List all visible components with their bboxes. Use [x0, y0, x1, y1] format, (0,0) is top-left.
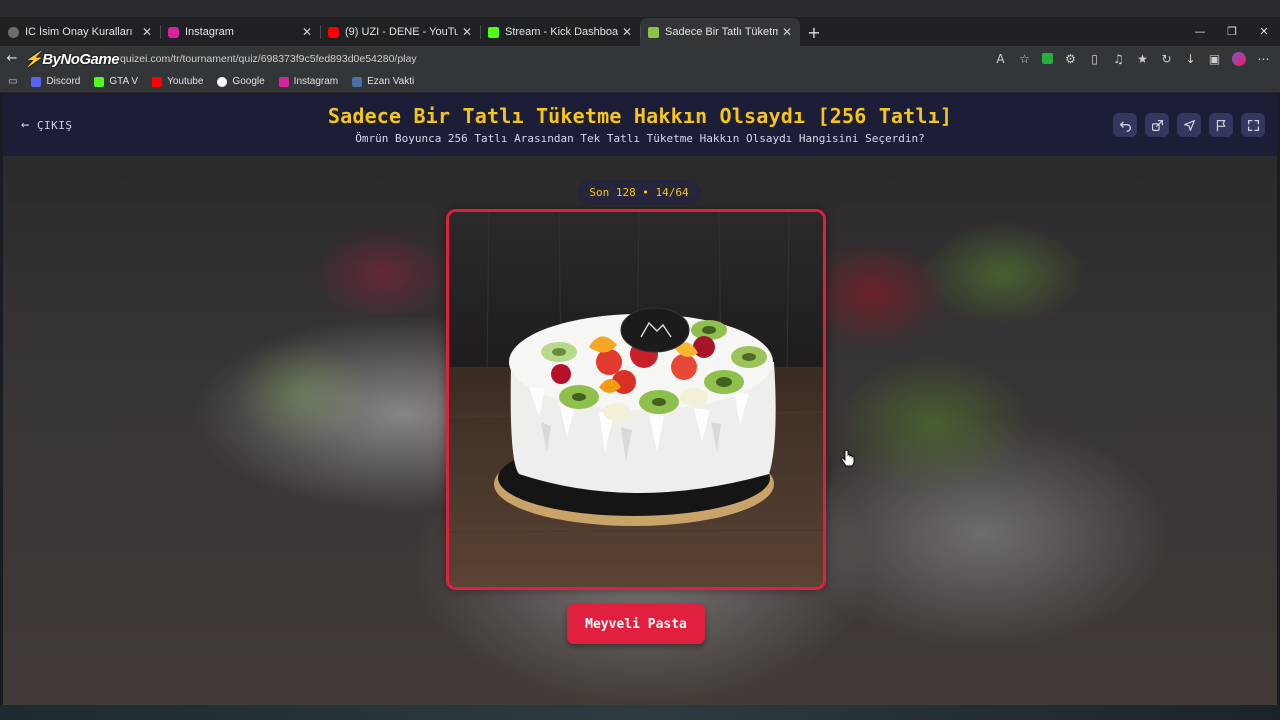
new-tab-button[interactable]: +	[800, 18, 828, 46]
youtube-icon	[152, 76, 163, 87]
tab-bar: IC İsim Onay Kuralları ✕ Instagram ✕ (9)…	[0, 17, 1280, 46]
bookmark-youtube[interactable]: Youtube	[152, 76, 203, 87]
read-aloud-icon[interactable]: A	[994, 52, 1007, 66]
downloads-icon[interactable]: ↓	[1184, 52, 1197, 66]
bookmark-discord[interactable]: Discord	[31, 76, 80, 87]
header-actions	[1113, 113, 1265, 137]
tab-title: IC İsim Onay Kuralları	[25, 26, 133, 38]
tab-title: Instagram	[185, 26, 234, 38]
instagram-icon	[278, 76, 289, 87]
flag-icon	[1216, 119, 1225, 131]
more-menu-icon[interactable]: ⋯	[1257, 52, 1270, 66]
youtube-icon	[328, 26, 339, 38]
window-controls: — ❐ ✕	[1184, 17, 1280, 46]
close-icon[interactable]: ✕	[622, 25, 632, 39]
bookmark-google[interactable]: Google	[217, 76, 265, 87]
bookmarks-bar: ▭ Discord GTA V Youtube Google Instagram…	[0, 71, 1280, 93]
split-screen-icon[interactable]: ▯	[1088, 52, 1101, 66]
kick-icon	[488, 26, 499, 38]
toolbar-icons: A ☆ ⚙ ▯ ♫ ★ ↻ ↓ ▣ ⋯	[994, 46, 1270, 71]
share-button[interactable]	[1145, 113, 1169, 137]
discord-icon	[31, 76, 42, 87]
hand-cursor-icon	[841, 450, 855, 467]
tab-ic-rules[interactable]: IC İsim Onay Kuralları ✕	[0, 18, 160, 46]
bookmarks-toggle-icon[interactable]: ▭	[8, 76, 17, 87]
back-icon[interactable]: ←	[0, 51, 24, 66]
tab-quiz[interactable]: Sadece Bir Tatlı Tüketme Hakkın Ol ✕	[640, 18, 800, 46]
report-button[interactable]	[1209, 113, 1233, 137]
bookmark-gtav[interactable]: GTA V	[94, 76, 138, 87]
fullscreen-icon	[1247, 119, 1259, 131]
close-icon[interactable]: ✕	[302, 25, 312, 39]
quiz-header: ← ÇIKIŞ Sadece Bir Tatlı Tüketme Hakkın …	[3, 94, 1277, 156]
tab-title: Stream - Kick Dashboard	[505, 26, 618, 38]
bookmark-instagram[interactable]: Instagram	[278, 76, 338, 87]
kick-icon	[94, 76, 105, 87]
undo-button[interactable]	[1113, 113, 1137, 137]
tab-kick[interactable]: Stream - Kick Dashboard ✕	[480, 18, 640, 46]
quiz-subtitle: Ömrün Boyunca 256 Tatlı Arasından Tek Ta…	[355, 132, 925, 145]
ezan-vakti-icon	[352, 76, 363, 87]
minimize-icon[interactable]: —	[1184, 17, 1216, 46]
address-bar: ← ⚡ByNoGame quizei.com/tr/tournament/qui…	[0, 46, 1280, 71]
share-icon	[1151, 119, 1163, 131]
quiz-title: Sadece Bir Tatlı Tüketme Hakkın Olsaydı …	[327, 104, 953, 128]
restore-icon[interactable]: ❐	[1216, 17, 1248, 46]
window-close-icon[interactable]: ✕	[1248, 17, 1280, 46]
favorites-icon[interactable]: ★	[1136, 52, 1149, 66]
bynogame-logo: ⚡ByNoGame	[24, 50, 120, 68]
choice-button[interactable]: Meyveli Pasta	[567, 604, 705, 644]
close-icon[interactable]: ✕	[142, 25, 152, 39]
screenshot-icon[interactable]: ▣	[1208, 52, 1221, 66]
instagram-icon	[168, 26, 179, 38]
extension-icon[interactable]	[1042, 53, 1053, 64]
history-icon[interactable]: ↻	[1160, 52, 1173, 66]
tab-favicon	[8, 26, 19, 38]
quiz-favicon	[648, 26, 659, 38]
quiz-page: ← ÇIKIŞ Sadece Bir Tatlı Tüketme Hakkın …	[3, 94, 1277, 705]
bookmark-ezan-vakti[interactable]: Ezan Vakti	[352, 76, 414, 87]
media-icon[interactable]: ♫	[1112, 52, 1125, 66]
round-indicator: Son 128 • 14/64	[577, 180, 701, 205]
close-icon[interactable]: ✕	[782, 25, 792, 39]
profile-avatar[interactable]	[1232, 51, 1246, 66]
undo-icon	[1119, 121, 1131, 132]
send-icon	[1183, 119, 1195, 131]
tab-title: Sadece Bir Tatlı Tüketme Hakkın Ol	[665, 26, 778, 38]
close-icon[interactable]: ✕	[462, 25, 472, 39]
choice-image-card[interactable]	[446, 209, 826, 590]
fullscreen-button[interactable]	[1241, 113, 1265, 137]
url-field[interactable]: quizei.com/tr/tournament/quiz/698373f9c5…	[120, 53, 417, 65]
fruit-cake-image	[449, 212, 823, 587]
tab-instagram[interactable]: Instagram ✕	[160, 18, 320, 46]
desktop-strip	[0, 0, 1280, 17]
extensions-puzzle-icon[interactable]: ⚙	[1064, 52, 1077, 66]
send-button[interactable]	[1177, 113, 1201, 137]
tab-title: (9) UZI - DENE - YouTube	[345, 26, 458, 38]
favorite-star-icon[interactable]: ☆	[1018, 52, 1031, 66]
tab-youtube[interactable]: (9) UZI - DENE - YouTube ✕	[320, 18, 480, 46]
desktop-wallpaper-strip	[0, 705, 1280, 720]
google-icon	[217, 76, 228, 87]
